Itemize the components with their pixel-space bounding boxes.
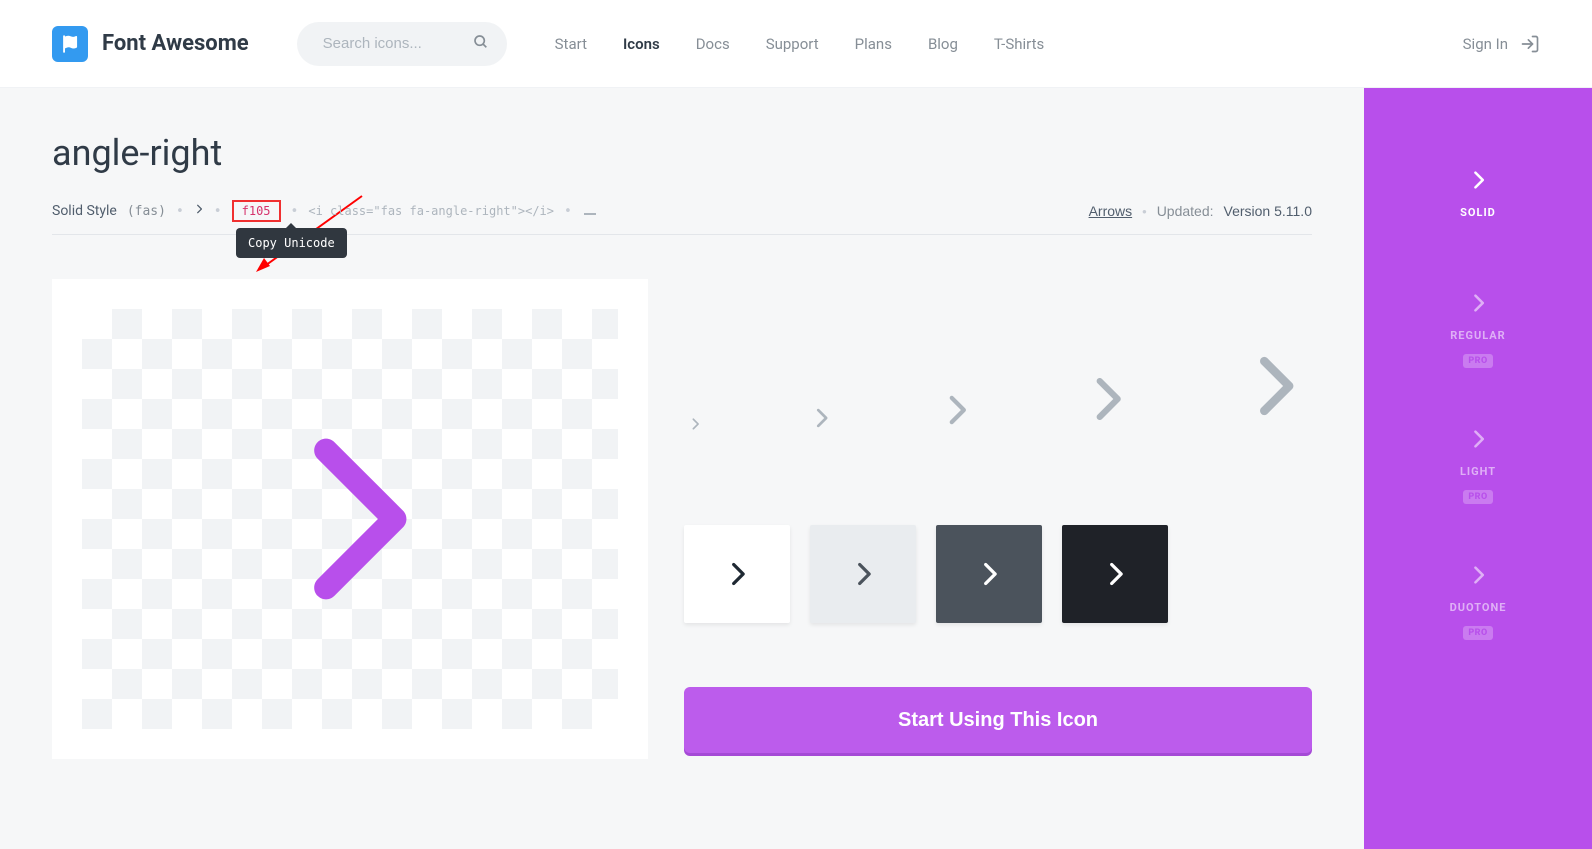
large-preview bbox=[52, 279, 648, 759]
style-duotone[interactable]: DUOTONE PRO bbox=[1364, 532, 1592, 668]
pro-badge: PRO bbox=[1463, 626, 1492, 640]
nav-start[interactable]: Start bbox=[555, 35, 587, 53]
unicode-chip[interactable]: f105 bbox=[232, 200, 281, 222]
background-swatches bbox=[684, 525, 1312, 623]
size-xs[interactable] bbox=[688, 415, 702, 433]
pro-badge: PRO bbox=[1463, 490, 1492, 504]
meta-row: Solid Style (fas) • • f105 • <i class="f… bbox=[52, 200, 1312, 235]
style-rail: SOLID REGULAR PRO LIGHT PRO DUOTONE PRO bbox=[1364, 88, 1592, 849]
brand[interactable]: Font Awesome bbox=[52, 26, 249, 62]
flag-icon bbox=[60, 34, 80, 54]
main-nav: Start Icons Docs Support Plans Blog T-Sh… bbox=[555, 35, 1045, 53]
style-light[interactable]: LIGHT PRO bbox=[1364, 396, 1592, 532]
pro-badge: PRO bbox=[1463, 354, 1492, 368]
nav-plans[interactable]: Plans bbox=[855, 35, 892, 53]
angle-right-icon bbox=[1468, 289, 1488, 317]
angle-right-icon bbox=[265, 389, 435, 649]
swatch-black[interactable] bbox=[1062, 525, 1168, 623]
download-icon[interactable] bbox=[582, 202, 598, 220]
updated-value: Version 5.11.0 bbox=[1224, 203, 1312, 219]
brand-name: Font Awesome bbox=[102, 31, 249, 56]
style-label: REGULAR bbox=[1450, 329, 1505, 342]
style-solid[interactable]: SOLID bbox=[1364, 124, 1592, 260]
nav-docs[interactable]: Docs bbox=[696, 35, 730, 53]
size-md[interactable] bbox=[939, 387, 973, 433]
nav-icons[interactable]: Icons bbox=[623, 35, 660, 53]
swatch-white[interactable] bbox=[684, 525, 790, 623]
size-picker bbox=[688, 339, 1308, 433]
swatch-dark[interactable] bbox=[936, 525, 1042, 623]
nav-blog[interactable]: Blog bbox=[928, 35, 958, 53]
swatch-light[interactable] bbox=[810, 525, 916, 623]
style-prefix: (fas) bbox=[127, 204, 166, 219]
style-label: DUOTONE bbox=[1450, 601, 1507, 614]
search-field[interactable] bbox=[297, 22, 507, 66]
start-using-button[interactable]: Start Using This Icon bbox=[684, 687, 1312, 753]
size-lg[interactable] bbox=[1081, 365, 1131, 433]
category-link[interactable]: Arrows bbox=[1089, 203, 1133, 219]
topbar: Font Awesome Start Icons Docs Support Pl… bbox=[0, 0, 1592, 88]
angle-right-icon bbox=[1468, 166, 1488, 194]
style-regular[interactable]: REGULAR PRO bbox=[1364, 260, 1592, 396]
style-label: SOLID bbox=[1460, 206, 1496, 219]
size-xl[interactable] bbox=[1238, 339, 1308, 433]
brand-logo bbox=[52, 26, 88, 62]
angle-right-icon bbox=[194, 202, 204, 220]
sign-in-link[interactable]: Sign In bbox=[1463, 34, 1540, 54]
style-label: Solid Style bbox=[52, 203, 117, 219]
angle-right-icon bbox=[1468, 561, 1488, 589]
icon-title: angle-right bbox=[52, 132, 1312, 174]
nav-support[interactable]: Support bbox=[766, 35, 819, 53]
updated-label: Updated: bbox=[1157, 203, 1214, 219]
angle-right-icon bbox=[1468, 425, 1488, 453]
style-label: LIGHT bbox=[1460, 465, 1496, 478]
sign-in-icon bbox=[1520, 34, 1540, 54]
nav-tshirts[interactable]: T-Shirts bbox=[994, 35, 1044, 53]
copy-unicode-tooltip: Copy Unicode bbox=[236, 228, 347, 258]
search-icon bbox=[473, 34, 489, 54]
size-sm[interactable] bbox=[810, 403, 832, 433]
sign-in-label: Sign In bbox=[1463, 35, 1508, 53]
copy-html-snippet[interactable]: <i class="fas fa-angle-right"></i> bbox=[308, 204, 554, 218]
